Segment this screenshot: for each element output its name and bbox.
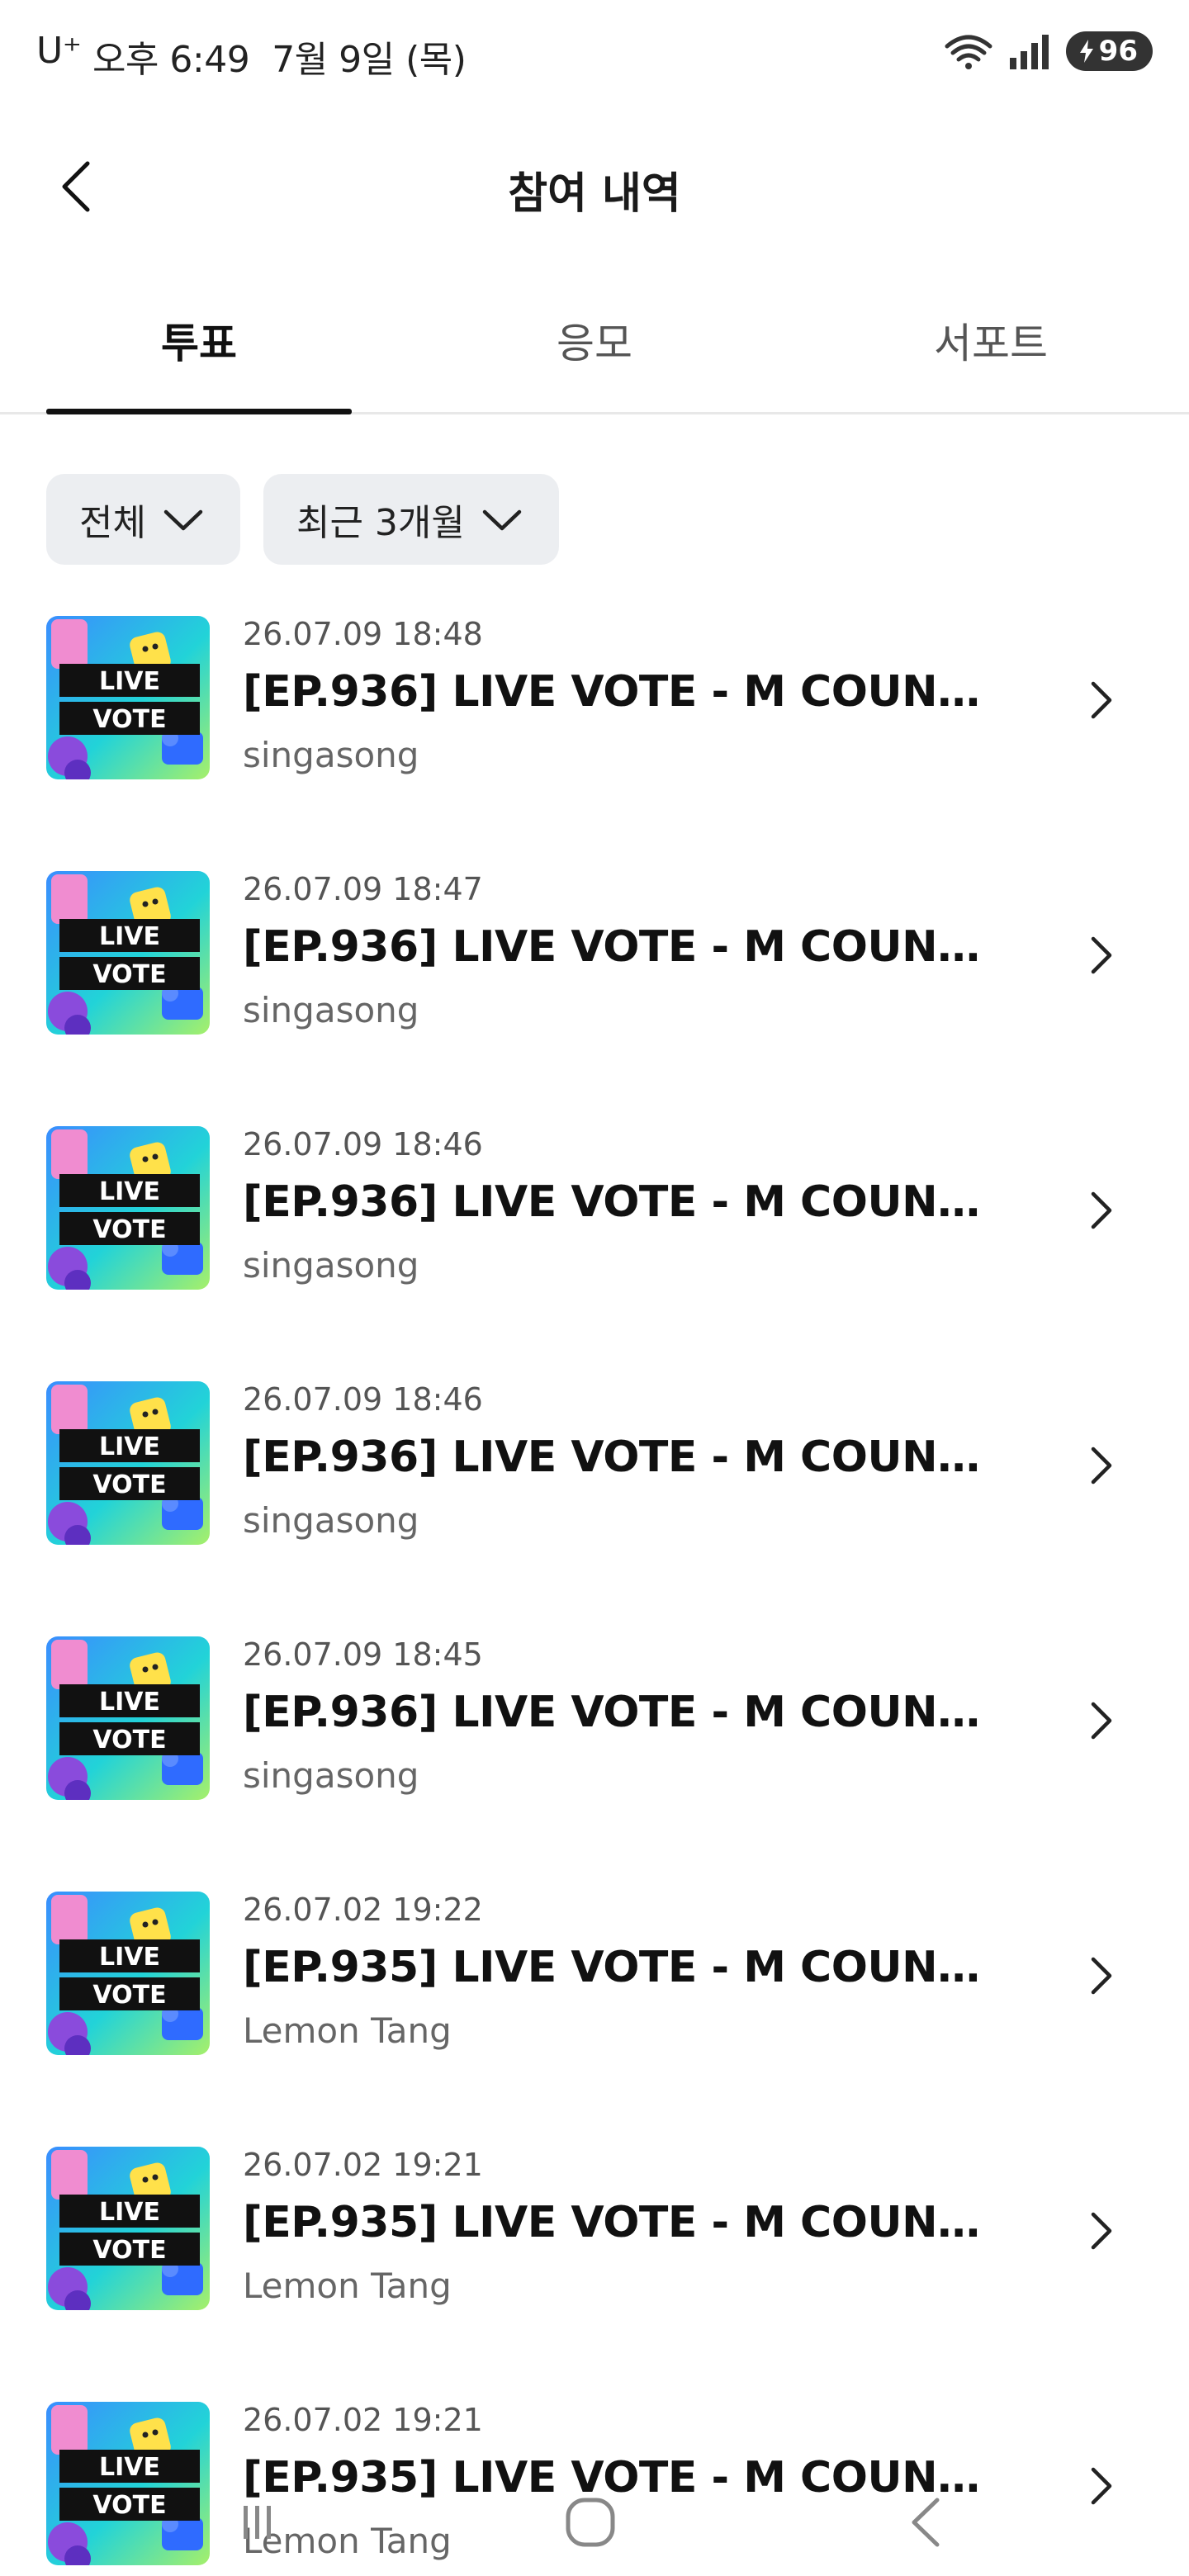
thumb-text-live: LIVE — [99, 2198, 160, 2227]
status-left: U⁺ 오후 6:49 7월 9일 (목) — [36, 30, 467, 83]
item-date: 26.07.09 18:45 — [243, 1636, 483, 1673]
thumb-text-live: LIVE — [99, 1688, 160, 1717]
vote-thumbnail: LIVE VOTE — [46, 616, 210, 779]
header: 참여 내역 — [0, 124, 1189, 248]
item-title: [EP.936] LIVE VOTE - M COUNTDOWN — [243, 1688, 1002, 1737]
system-nav-bar — [0, 2469, 1189, 2576]
list-item[interactable]: LIVE VOTE 26.07.09 18:46 [EP.936] LIVE V… — [0, 1376, 1189, 1631]
item-title: [EP.936] LIVE VOTE - M COUNTDOWN — [243, 1432, 1002, 1482]
item-date: 26.07.09 18:46 — [243, 1126, 483, 1163]
period-filter[interactable]: 최근 3개월 — [263, 474, 559, 565]
vote-thumbnail: LIVE VOTE — [46, 1381, 210, 1545]
item-title: [EP.936] LIVE VOTE - M COUNTDOWN — [243, 922, 1002, 972]
item-date: 26.07.02 19:21 — [243, 2147, 483, 2183]
active-tab-indicator — [46, 409, 352, 414]
list-item[interactable]: LIVE VOTE 26.07.02 19:22 [EP.935] LIVE V… — [0, 1887, 1189, 2142]
vote-thumbnail: LIVE VOTE — [46, 871, 210, 1035]
signal-icon — [1009, 35, 1049, 69]
page-title: 참여 내역 — [508, 169, 681, 219]
thumb-text-vote: VOTE — [92, 1470, 166, 1499]
item-date: 26.07.09 18:48 — [243, 616, 483, 652]
filter-bar: 전체 최근 3개월 — [46, 474, 559, 565]
chevron-right-icon — [1091, 936, 1112, 974]
item-artist: singasong — [243, 1500, 419, 1541]
thumb-text-live: LIVE — [99, 922, 160, 951]
status-bar: U⁺ 오후 6:49 7월 9일 (목) 96 — [0, 0, 1189, 107]
chevron-right-icon — [1091, 2212, 1112, 2250]
thumb-text-live: LIVE — [99, 1943, 160, 1972]
chevron-down-icon — [482, 509, 522, 531]
item-artist: singasong — [243, 1755, 419, 1796]
item-title: [EP.935] LIVE VOTE - M COUNTDOWN — [243, 1943, 1002, 1992]
battery-indicator: 96 — [1065, 31, 1153, 71]
vote-thumbnail: LIVE VOTE — [46, 1892, 210, 2055]
thumb-text-live: LIVE — [99, 1432, 160, 1461]
thumb-text-vote: VOTE — [92, 2236, 166, 2265]
status-right: 96 — [944, 31, 1153, 71]
item-title: [EP.936] LIVE VOTE - M COUNTDOWN — [243, 1177, 1002, 1227]
period-filter-label: 최근 3개월 — [296, 502, 465, 544]
participation-list: LIVE VOTE 26.07.09 18:48 [EP.936] LIVE V… — [0, 611, 1189, 2576]
item-title: [EP.936] LIVE VOTE - M COUNTDOWN — [243, 667, 1002, 717]
thumb-text-vote: VOTE — [92, 1726, 166, 1754]
vote-thumbnail: LIVE VOTE — [46, 2147, 210, 2310]
list-item[interactable]: LIVE VOTE 26.07.09 18:47 [EP.936] LIVE V… — [0, 866, 1189, 1121]
thumb-text-live: LIVE — [99, 1177, 160, 1206]
chevron-right-icon — [1091, 1957, 1112, 1995]
recents-icon — [244, 2506, 271, 2539]
item-artist: Lemon Tang — [243, 2010, 452, 2051]
chevron-right-icon — [1091, 1447, 1112, 1485]
chevron-right-icon — [1091, 1191, 1112, 1229]
home-button[interactable] — [553, 2485, 628, 2559]
nav-back-icon — [912, 2498, 940, 2547]
item-date: 26.07.02 19:22 — [243, 1892, 483, 1928]
tab-support[interactable]: 서포트 — [838, 272, 1144, 414]
chevron-right-icon — [1091, 681, 1112, 719]
thumb-text-vote: VOTE — [92, 960, 166, 989]
item-artist: singasong — [243, 735, 419, 775]
chevron-right-icon — [1091, 1702, 1112, 1740]
chevron-down-icon — [163, 509, 203, 531]
tab-bar: 투표 응모 서포트 — [0, 272, 1189, 414]
battery-level: 96 — [1098, 35, 1138, 68]
battery-charging-icon — [1079, 40, 1093, 63]
wifi-icon — [945, 35, 992, 69]
thumb-text-vote: VOTE — [92, 1981, 166, 2010]
recents-button[interactable] — [220, 2485, 294, 2559]
status-date: 7월 9일 (목) — [272, 39, 467, 81]
tab-vote[interactable]: 투표 — [46, 272, 352, 414]
list-item[interactable]: LIVE VOTE 26.07.09 18:45 [EP.936] LIVE V… — [0, 1631, 1189, 1887]
category-filter-label: 전체 — [79, 502, 146, 544]
list-item[interactable]: LIVE VOTE 26.07.09 18:48 [EP.936] LIVE V… — [0, 611, 1189, 866]
vote-thumbnail: LIVE VOTE — [46, 1636, 210, 1800]
thumb-text-vote: VOTE — [92, 1215, 166, 1244]
item-date: 26.07.09 18:47 — [243, 871, 483, 907]
list-item[interactable]: LIVE VOTE 26.07.09 18:46 [EP.936] LIVE V… — [0, 1121, 1189, 1376]
thumb-text-live: LIVE — [99, 667, 160, 696]
home-icon — [566, 2498, 615, 2547]
tab-entry[interactable]: 응모 — [442, 272, 747, 414]
item-date: 26.07.02 19:21 — [243, 2402, 483, 2438]
item-artist: singasong — [243, 990, 419, 1030]
carrier: U⁺ — [36, 30, 82, 72]
nav-back-button[interactable] — [888, 2485, 963, 2559]
vote-thumbnail: LIVE VOTE — [46, 1126, 210, 1290]
item-title: [EP.935] LIVE VOTE - M COUNTDOWN — [243, 2198, 1002, 2247]
thumb-text-vote: VOTE — [92, 705, 166, 734]
item-artist: Lemon Tang — [243, 2266, 452, 2306]
category-filter[interactable]: 전체 — [46, 474, 240, 565]
list-item[interactable]: LIVE VOTE 26.07.02 19:21 [EP.935] LIVE V… — [0, 2142, 1189, 2397]
item-artist: singasong — [243, 1245, 419, 1286]
item-date: 26.07.09 18:46 — [243, 1381, 483, 1418]
status-time: 오후 6:49 — [92, 39, 250, 81]
